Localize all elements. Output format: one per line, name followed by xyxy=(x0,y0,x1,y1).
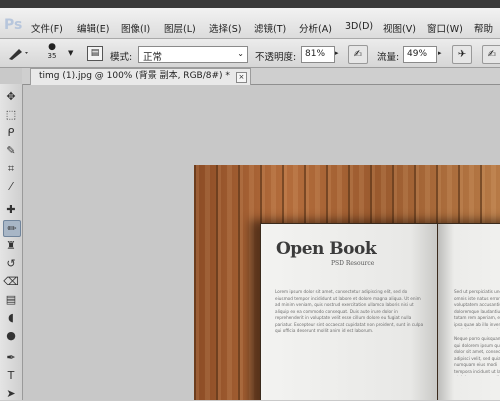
right-page-paragraph-1: Sed ut perspiciatis unde omnis iste natu… xyxy=(454,289,500,329)
menu-layer[interactable]: 图层(L) xyxy=(164,21,196,35)
book-left-page: Open Book PSD Resource Lorem ipsum dolor… xyxy=(260,223,438,400)
brush-preset-icon[interactable] xyxy=(6,45,30,61)
brush-size-picker[interactable]: ● 35 xyxy=(38,43,66,63)
pen-tool-icon[interactable]: ✒ xyxy=(3,350,19,365)
type-tool-icon[interactable]: T xyxy=(3,368,19,383)
menu-edit[interactable]: 编辑(E) xyxy=(77,21,109,35)
marquee-tool-icon[interactable]: ⬚ xyxy=(3,107,19,122)
flow-label: 流量: xyxy=(377,52,400,63)
menu-image[interactable]: 图像(I) xyxy=(121,21,150,35)
left-page-paragraph: Lorem ipsum dolor sit amet, consectetur … xyxy=(275,289,424,333)
brush-tool-icon[interactable]: ✏ xyxy=(3,220,21,237)
opacity-field[interactable]: 81% xyxy=(301,46,335,63)
menu-filter[interactable]: 滤镜(T) xyxy=(254,21,286,35)
tool-options-bar: ● 35 ▼ ▤ 模式: 正常 ⌄ 不透明度: 81% ▸ ✍ 流量: 49% … xyxy=(0,39,500,68)
history-brush-tool-icon[interactable]: ↺ xyxy=(3,256,19,271)
chevron-down-icon: ⌄ xyxy=(237,49,244,58)
canvas-workspace[interactable]: Open Book PSD Resource Lorem ipsum dolor… xyxy=(23,85,500,400)
opacity-label: 不透明度: xyxy=(255,52,297,63)
brush-panel-toggle-icon[interactable]: ▤ xyxy=(87,46,103,61)
window-top-strip xyxy=(0,0,500,8)
menu-select[interactable]: 选择(S) xyxy=(209,21,241,35)
airbrush-icon[interactable]: ✈ xyxy=(452,45,472,64)
dodge-tool-icon[interactable]: ● xyxy=(3,328,19,343)
mode-label: 模式: xyxy=(110,52,133,63)
menu-3d[interactable]: 3D(D) xyxy=(345,21,373,32)
opacity-value: 81% xyxy=(305,49,326,59)
chevron-down-icon[interactable]: ▼ xyxy=(68,49,73,57)
chevron-right-icon[interactable]: ▸ xyxy=(438,49,442,57)
blur-tool-icon[interactable]: ◖ xyxy=(3,310,19,325)
book-right-page: Sed ut perspiciatis unde omnis iste natu… xyxy=(437,223,500,400)
menu-window[interactable]: 窗口(W) xyxy=(427,21,463,35)
menu-analysis[interactable]: 分析(A) xyxy=(299,21,332,35)
menu-help[interactable]: 帮助 xyxy=(474,21,493,35)
crop-tool-icon[interactable]: ⌗ xyxy=(3,161,19,176)
close-icon[interactable]: × xyxy=(235,72,247,83)
book-title: Open Book xyxy=(276,239,377,259)
photoshop-logo: Ps xyxy=(4,17,23,33)
book-subtitle: PSD Resource xyxy=(331,260,375,267)
flow-field[interactable]: 49% xyxy=(403,46,437,63)
pressure-opacity-icon[interactable]: ✍ xyxy=(348,45,368,64)
quick-selection-tool-icon[interactable]: ✎ xyxy=(3,143,19,158)
healing-brush-tool-icon[interactable]: ✚ xyxy=(3,202,19,217)
mode-value: 正常 xyxy=(143,52,163,63)
path-selection-tool-icon[interactable]: ➤ xyxy=(3,386,19,401)
move-tool-icon[interactable]: ✥ xyxy=(3,89,19,104)
pressure-size-icon[interactable]: ✍ xyxy=(482,45,500,64)
clone-stamp-tool-icon[interactable]: ♜ xyxy=(3,238,19,253)
menu-bar: Ps 文件(F) 编辑(E) 图像(I) 图层(L) 选择(S) 滤镜(T) 分… xyxy=(0,8,500,39)
brush-dot-icon: ● xyxy=(48,42,56,52)
flow-value: 49% xyxy=(407,49,428,59)
eraser-tool-icon[interactable]: ⌫ xyxy=(3,274,19,289)
document-canvas[interactable]: Open Book PSD Resource Lorem ipsum dolor… xyxy=(194,165,500,400)
lasso-tool-icon[interactable]: ᑭ xyxy=(3,125,19,140)
right-page-paragraph-2: Neque porro quisquam est, qui dolorem ip… xyxy=(454,336,500,376)
chevron-right-icon[interactable]: ▸ xyxy=(335,49,339,57)
brush-size-value: 35 xyxy=(47,52,57,60)
menu-file[interactable]: 文件(F) xyxy=(31,21,63,35)
document-tab-bar: timg (1).jpg @ 100% (背景 副本, RGB/8#) * × xyxy=(22,68,500,85)
gradient-tool-icon[interactable]: ▤ xyxy=(3,292,19,307)
document-tab[interactable]: timg (1).jpg @ 100% (背景 副本, RGB/8#) * × xyxy=(30,68,251,85)
menu-view[interactable]: 视图(V) xyxy=(383,21,416,35)
eyedropper-tool-icon[interactable]: ⁄ xyxy=(3,179,19,194)
mode-select[interactable]: 正常 ⌄ xyxy=(138,46,248,63)
toolbox: ✥ ⬚ ᑭ ✎ ⌗ ⁄ ✚ ✏ ♜ ↺ ⌫ ▤ ◖ ● ✒ T ➤ xyxy=(0,84,23,400)
document-tab-title: timg (1).jpg @ 100% (背景 副本, RGB/8#) * xyxy=(39,71,230,81)
